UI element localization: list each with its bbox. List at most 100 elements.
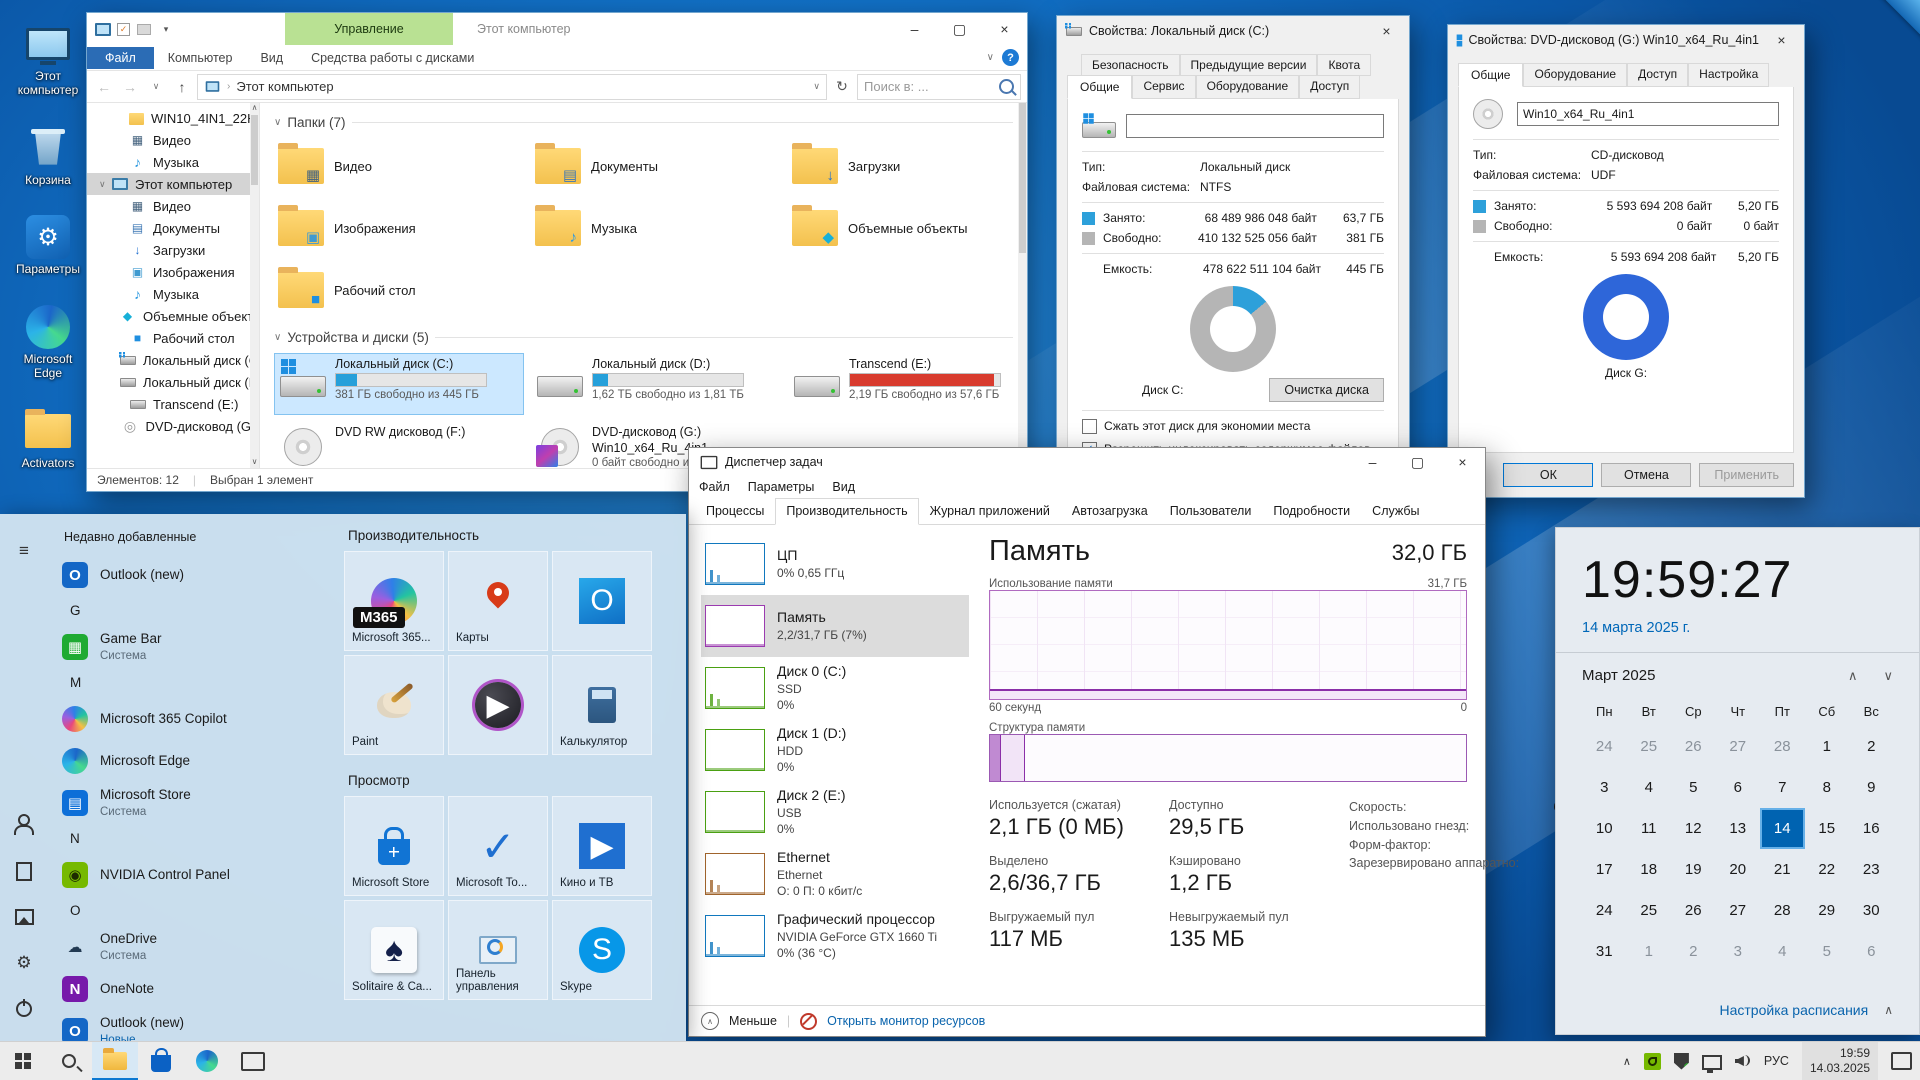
property-tab[interactable]: Предыдущие версии (1180, 54, 1318, 76)
expand-chevron-icon[interactable]: ∨ (99, 179, 109, 190)
tree-item[interactable]: WIN10_4IN1_22H (87, 107, 259, 129)
taskbar-task-manager[interactable] (230, 1042, 276, 1080)
calendar-day[interactable]: 22 (1805, 849, 1850, 890)
volume-label-input[interactable]: Win10_x64_Ru_4in1 (1517, 102, 1779, 126)
app-list-item[interactable]: O Outlook (new) (62, 554, 334, 596)
tree-item[interactable]: Видео (87, 129, 259, 151)
tree-item[interactable]: DVD-дисковод (G:) (87, 415, 259, 437)
tab[interactable]: Пользователи (1159, 498, 1263, 524)
ok-button[interactable]: ОК (1503, 463, 1593, 487)
calendar-day[interactable]: 12 (1671, 808, 1716, 849)
calendar-day[interactable]: 1 (1805, 726, 1850, 767)
menu-item[interactable]: Файл (699, 480, 730, 494)
next-month-icon[interactable]: ∨ (1883, 668, 1893, 684)
devices-group-header[interactable]: ∨ Устройства и диски (5) (274, 330, 1027, 345)
close-icon[interactable]: × (1759, 25, 1804, 55)
calendar-day[interactable]: 31 (1582, 931, 1627, 972)
start-button[interactable] (0, 1042, 46, 1080)
app-list-item[interactable]: Microsoft Edge (62, 740, 334, 782)
up-icon[interactable]: ↑ (171, 79, 193, 95)
calendar-day[interactable]: 25 (1627, 890, 1672, 931)
maximize-button[interactable]: ▢ (1395, 448, 1440, 476)
menu-item[interactable]: Параметры (748, 480, 815, 494)
app-list-item[interactable]: ◉ NVIDIA Control Panel (62, 854, 334, 896)
refresh-icon[interactable]: ↻ (831, 78, 853, 95)
property-tab[interactable]: Оборудование (1523, 63, 1627, 87)
documents-icon[interactable] (13, 860, 35, 882)
app-list-item[interactable]: N OneNote (62, 968, 334, 1010)
start-tile[interactable]: Карты (448, 551, 548, 651)
calendar-day[interactable]: 26 (1671, 890, 1716, 931)
notification-center-icon[interactable] (1891, 1052, 1912, 1070)
tree-item[interactable]: Музыка (87, 283, 259, 305)
current-date-link[interactable]: 14 марта 2025 г. (1582, 620, 1893, 636)
calendar-day[interactable]: 4 (1627, 767, 1672, 808)
calendar-day[interactable]: 27 (1716, 890, 1761, 931)
folder-tile[interactable]: ■ Рабочий стол (274, 262, 524, 318)
tab[interactable]: Подробности (1262, 498, 1361, 524)
property-tab[interactable]: Доступ (1299, 75, 1360, 99)
user-icon[interactable] (13, 814, 35, 836)
calendar-day[interactable]: 10 (1582, 808, 1627, 849)
calendar-day[interactable]: 6 (1716, 767, 1761, 808)
property-tab[interactable]: Сервис (1132, 75, 1195, 99)
calendar-day[interactable]: 14 (1760, 808, 1805, 849)
calendar-day[interactable]: 5 (1805, 931, 1850, 972)
prev-month-icon[interactable]: ∧ (1848, 668, 1858, 684)
folder-tile[interactable]: ♪ Музыка (531, 200, 781, 256)
back-icon[interactable]: ← (93, 79, 115, 95)
security-shield-icon[interactable] (1674, 1053, 1689, 1070)
calendar-day[interactable]: 1 (1627, 931, 1672, 972)
minimize-button[interactable]: – (1350, 448, 1395, 476)
search-input[interactable]: Поиск в: ... (857, 74, 1021, 100)
ribbon-tab[interactable]: Вид (246, 48, 297, 68)
app-list-item[interactable]: ▤ Microsoft Store Система (62, 782, 334, 824)
tree-item[interactable]: Локальный диск (D:) (87, 371, 259, 393)
start-tile[interactable]: M365 Microsoft 365... (344, 551, 444, 651)
apply-button[interactable]: Применить (1699, 463, 1794, 487)
calendar-day[interactable]: 3 (1582, 767, 1627, 808)
language-indicator[interactable]: РУС (1764, 1054, 1789, 1068)
ribbon-tab[interactable]: Файл (87, 47, 154, 69)
ribbon-collapse-icon[interactable]: ∨ (987, 52, 994, 63)
calendar-day[interactable]: 27 (1716, 726, 1761, 767)
perf-sidebar-item[interactable]: Память 2,2/31,7 ГБ (7%) (701, 595, 969, 657)
collapse-agenda-icon[interactable]: ∧ (1884, 1003, 1893, 1017)
tree-item[interactable]: Загрузки (87, 239, 259, 261)
perf-sidebar-item[interactable]: ЦП 0% 0,65 ГГц (701, 533, 969, 595)
calendar-day[interactable]: 25 (1627, 726, 1672, 767)
start-tile[interactable]: S Skype (552, 900, 652, 1000)
calendar-day[interactable]: 20 (1716, 849, 1761, 890)
start-tile[interactable]: ▶ Кино и ТВ (552, 796, 652, 896)
collapse-group-icon[interactable]: ∨ (274, 332, 281, 343)
ribbon-tab[interactable]: Средства работы с дисками (297, 48, 488, 68)
start-tile[interactable]: O (552, 551, 652, 651)
start-tile[interactable]: Microsoft Store (344, 796, 444, 896)
calendar-day[interactable]: 24 (1582, 726, 1627, 767)
folder-tile[interactable]: ↓ Загрузки (788, 138, 1027, 194)
tab[interactable]: Журнал приложений (919, 498, 1061, 524)
start-tile[interactable]: ✓ Microsoft To... (448, 796, 548, 896)
files-scrollbar[interactable] (1018, 103, 1027, 468)
taskbar-edge[interactable] (184, 1042, 230, 1080)
start-tile[interactable]: Калькулятор (552, 655, 652, 755)
app-list-item[interactable]: Microsoft 365 Copilot (62, 698, 334, 740)
calendar-day[interactable]: 9 (1849, 767, 1894, 808)
drive-tile[interactable]: Transcend (E:) 2,19 ГБ свободно из 57,6 … (788, 353, 1027, 415)
menu-icon[interactable]: ≡ (13, 540, 35, 562)
perf-sidebar-item[interactable]: Диск 0 (C:) SSD 0% (701, 657, 969, 719)
nvidia-tray-icon[interactable] (1644, 1053, 1661, 1070)
new-folder-icon[interactable] (136, 22, 152, 36)
close-icon[interactable]: × (1364, 16, 1409, 46)
less-details-button[interactable]: Меньше (729, 1014, 777, 1028)
drive-tile[interactable]: DVD RW дисковод (F:) (274, 421, 524, 468)
tree-item[interactable]: Музыка (87, 151, 259, 173)
app-list-item[interactable]: N (62, 824, 334, 854)
dialog-titlebar[interactable]: Свойства: DVD-дисковод (G:) Win10_x64_Ru… (1448, 25, 1804, 55)
explorer-titlebar[interactable]: ✓ ▾ Управление Этот компьютер – ▢ × (87, 13, 1027, 45)
volume-icon[interactable] (1735, 1054, 1751, 1068)
tree-item[interactable]: Объемные объекты (87, 305, 259, 327)
property-tab[interactable]: Общие (1458, 63, 1523, 87)
calendar-day[interactable]: 11 (1627, 808, 1672, 849)
corner-shortcut-icon[interactable] (1866, 0, 1920, 54)
